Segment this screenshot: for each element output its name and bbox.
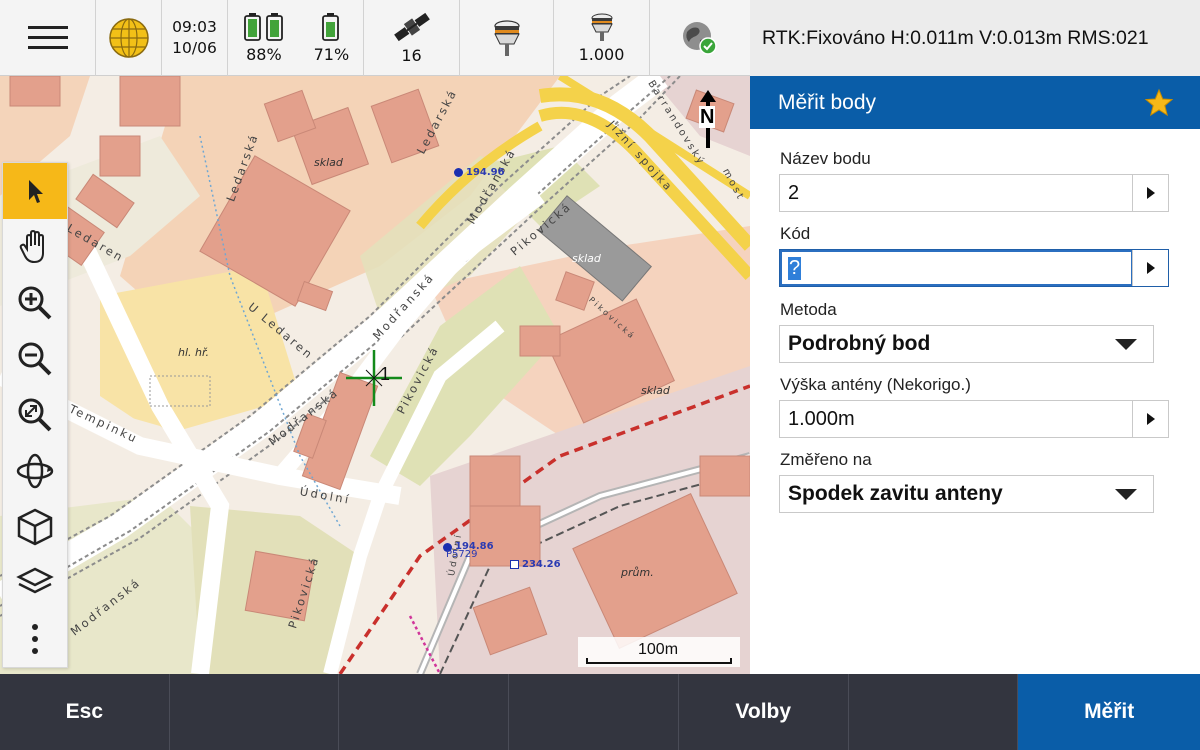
- hand-icon: [19, 229, 44, 264]
- cube-icon: [17, 508, 53, 546]
- satellites-status[interactable]: 16: [364, 0, 460, 76]
- menu-icon: [27, 26, 68, 49]
- code-arrow-button[interactable]: [1132, 250, 1168, 286]
- date-text: 10/06: [172, 39, 217, 57]
- cursor-arrow-icon: [29, 180, 43, 203]
- date-time: 09:03 10/06: [162, 0, 228, 76]
- softkey-empty-1[interactable]: [170, 674, 340, 750]
- zoom-extents-tool-button[interactable]: [3, 387, 67, 443]
- method-dropdown[interactable]: Podrobný bod: [779, 325, 1154, 363]
- gnss-status-text[interactable]: RTK:Fixováno H:0.011m V:0.013m RMS:021: [750, 0, 1200, 76]
- crosshair-icon: [346, 350, 402, 406]
- bottom-softkey-bar: Esc Volby Měřit: [0, 674, 1200, 750]
- measured-to-label: Změřeno na: [780, 450, 872, 469]
- antenna-height-arrow-button[interactable]: [1132, 401, 1168, 437]
- play-arrow-icon: [1146, 413, 1155, 425]
- dropdown-caret-icon: [1115, 489, 1137, 500]
- point-name-label: Název bodu: [780, 149, 871, 168]
- softkey-empty-2[interactable]: [339, 674, 510, 750]
- zoom-extents-icon: [18, 398, 52, 432]
- orbit-tool-button[interactable]: [3, 443, 67, 499]
- play-arrow-icon: [1146, 187, 1155, 199]
- menu-button[interactable]: [0, 0, 96, 76]
- method-label: Metoda: [780, 300, 837, 319]
- battery-status[interactable]: 88% 71%: [228, 0, 364, 76]
- softkey-empty-4[interactable]: [849, 674, 1019, 750]
- layers-tool-button[interactable]: [3, 555, 67, 611]
- code-label: Kód: [780, 224, 811, 243]
- app-window: 09:03 10/06 88% 71% 16 1.000 RTK:Fixován…: [0, 0, 1200, 750]
- crosshair-label: 1: [380, 364, 391, 384]
- 3d-view-tool-button[interactable]: [3, 499, 67, 555]
- satellite-count: 16: [401, 46, 422, 65]
- antenna-height-value: 1.000m: [788, 407, 855, 430]
- antenna-height-status[interactable]: 1.000: [554, 0, 650, 76]
- point-name-arrow-button[interactable]: [1132, 175, 1168, 211]
- scale-bar: 100m: [578, 637, 740, 667]
- antenna-height-text: 1.000: [578, 45, 625, 64]
- measure-points-panel: Měřit body Název bodu 2 Kód ? Metoda Pod…: [750, 76, 1200, 674]
- status-bar: 09:03 10/06 88% 71% 16 1.000: [0, 0, 750, 76]
- map-view[interactable]: sklad sklad sklad hl. hř. prům. Ledarská…: [0, 76, 750, 674]
- panel-header: Měřit body: [750, 76, 1200, 129]
- antenna-height-field[interactable]: 1.000m: [779, 400, 1169, 438]
- zoom-in-tool-button[interactable]: [3, 275, 67, 331]
- map-label-sklad-1: sklad: [314, 156, 343, 169]
- survey-point-name: P5729: [446, 549, 478, 560]
- favorite-star-icon[interactable]: [1144, 88, 1174, 118]
- pan-tool-button[interactable]: [3, 219, 67, 275]
- esc-button[interactable]: Esc: [0, 674, 170, 750]
- zoom-out-icon: [18, 342, 52, 376]
- orbit-icon: [16, 453, 54, 489]
- survey-point-marker[interactable]: [454, 168, 463, 177]
- scale-bar-line: [586, 658, 732, 664]
- battery-1-level: 88%: [246, 45, 282, 64]
- battery-2-level: 71%: [313, 45, 350, 64]
- connection-status-icon: [683, 22, 717, 55]
- survey-point-square-marker[interactable]: [510, 560, 519, 569]
- select-tool-button[interactable]: [3, 163, 67, 219]
- zoom-in-icon: [18, 286, 52, 320]
- panel-title: Měřit body: [778, 90, 877, 114]
- gnss-receiver-status[interactable]: [460, 0, 554, 76]
- north-label: N: [699, 106, 716, 128]
- battery-icon: [243, 13, 283, 41]
- code-field-focus-ring: [780, 250, 1133, 286]
- survey-point-elevation-3: 234.26: [522, 559, 561, 570]
- measured-to-value: Spodek zavitu anteny: [788, 482, 1003, 505]
- map-toolbar: [2, 162, 68, 668]
- map-label-sklad-3: sklad: [641, 384, 670, 397]
- softkey-empty-3[interactable]: [509, 674, 679, 750]
- point-name-value: 2: [788, 181, 800, 204]
- more-tool-button[interactable]: [3, 611, 67, 667]
- scale-label: 100m: [638, 641, 679, 658]
- survey-point-elevation-1: 194.96: [466, 167, 505, 178]
- zoom-out-tool-button[interactable]: [3, 331, 67, 387]
- play-arrow-icon: [1146, 262, 1155, 274]
- point-name-field[interactable]: 2: [779, 174, 1169, 212]
- time-text: 09:03: [172, 18, 217, 36]
- receiver-battery-icon: [322, 13, 340, 41]
- antenna-height-label: Výška antény (Nekorigo.): [780, 375, 971, 394]
- more-vertical-icon: [32, 624, 38, 654]
- code-field[interactable]: ?: [779, 249, 1169, 287]
- gnss-receiver-icon: [493, 20, 520, 56]
- map-label-sklad-2: sklad: [572, 252, 601, 265]
- antenna-height-icon: [590, 13, 613, 41]
- globe-icon: [108, 18, 149, 58]
- measured-to-dropdown[interactable]: Spodek zavitu anteny: [779, 475, 1154, 513]
- job-button[interactable]: [96, 0, 162, 76]
- map-label-prum: prům.: [621, 566, 654, 579]
- options-button[interactable]: Volby: [679, 674, 849, 750]
- dropdown-caret-icon: [1115, 339, 1137, 350]
- satellite-icon: [393, 12, 430, 42]
- measure-button[interactable]: Měřit: [1018, 674, 1200, 750]
- map-label-hl-hr: hl. hř.: [178, 346, 210, 359]
- method-value: Podrobný bod: [788, 332, 931, 355]
- connection-status[interactable]: [650, 0, 750, 76]
- layers-icon: [16, 567, 54, 594]
